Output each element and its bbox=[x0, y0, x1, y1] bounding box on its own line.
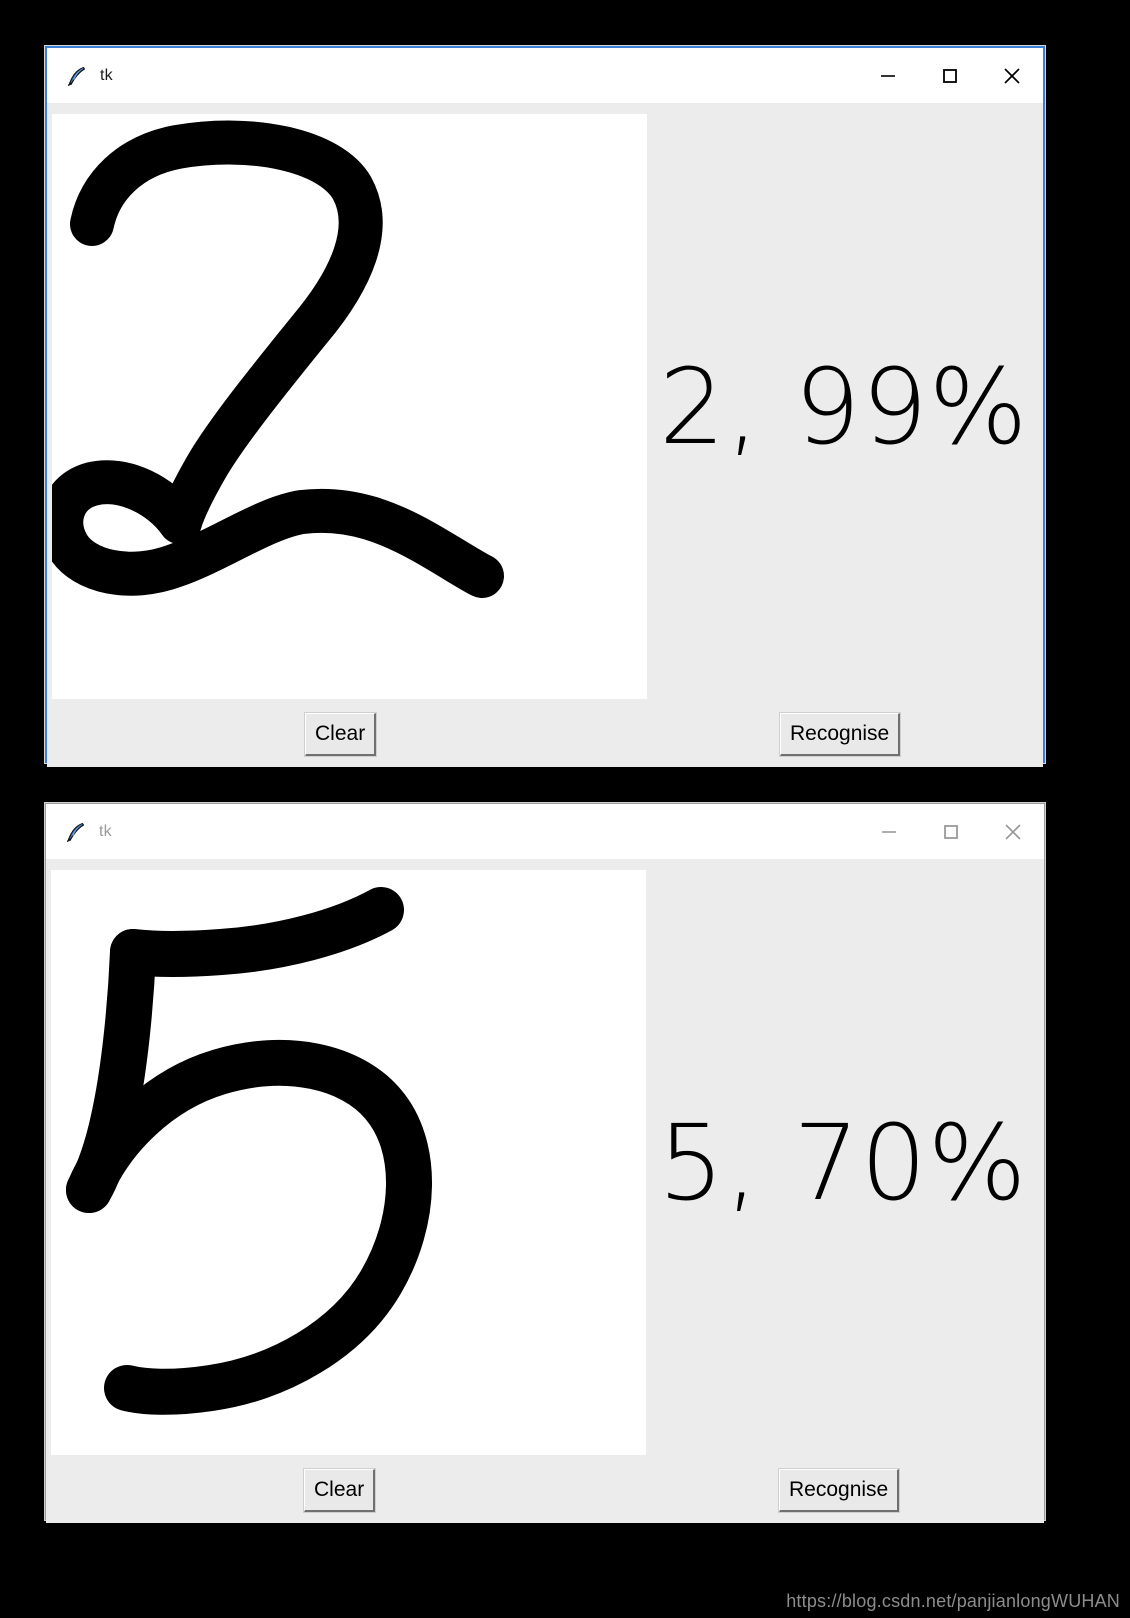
recognise-button[interactable]: Recognise bbox=[777, 1468, 901, 1513]
maximize-button[interactable] bbox=[920, 804, 982, 859]
result-pane-2: 5, 70% bbox=[646, 870, 1044, 1455]
client-area-2: 5, 70% Clear Recognise bbox=[46, 859, 1044, 1523]
client-area-1: 2, 99% Clear Recognise bbox=[47, 103, 1043, 767]
handwritten-digit-2 bbox=[52, 120, 504, 598]
button-bar-2: Clear Recognise bbox=[46, 1455, 1044, 1523]
content-row-1: 2, 99% bbox=[52, 114, 1043, 699]
button-bar-1: Clear Recognise bbox=[47, 699, 1043, 767]
watermark: https://blog.csdn.net/panjianlongWUHAN bbox=[786, 1591, 1120, 1611]
content-row-2: 5, 70% bbox=[51, 870, 1044, 1455]
titlebar-2[interactable]: tk bbox=[46, 804, 1044, 859]
window-controls-1 bbox=[857, 48, 1043, 103]
recognition-result: 2, 99% bbox=[659, 345, 1029, 468]
clear-button[interactable]: Clear bbox=[303, 712, 378, 757]
window-title: tk bbox=[100, 66, 113, 84]
feather-icon bbox=[65, 821, 87, 843]
clear-button[interactable]: Clear bbox=[302, 1468, 377, 1513]
tk-window-2[interactable]: tk 5, 70% Clear Recognise bbox=[45, 803, 1045, 1523]
drawing-canvas-1[interactable] bbox=[52, 114, 647, 699]
screenshot-page: tk 2, 99% Clear Recognise tk 5, 70% Clea… bbox=[0, 0, 1130, 1618]
drawing-canvas-2[interactable] bbox=[51, 870, 646, 1455]
tk-window-1[interactable]: tk 2, 99% Clear Recognise bbox=[45, 46, 1045, 767]
recognition-result: 5, 70% bbox=[658, 1101, 1028, 1224]
minimize-button[interactable] bbox=[857, 48, 919, 103]
result-pane-1: 2, 99% bbox=[647, 114, 1043, 699]
recognise-button[interactable]: Recognise bbox=[778, 712, 902, 757]
window-controls-2 bbox=[858, 804, 1044, 859]
maximize-button[interactable] bbox=[919, 48, 981, 103]
close-button[interactable] bbox=[982, 804, 1044, 859]
close-button[interactable] bbox=[981, 48, 1043, 103]
minimize-button[interactable] bbox=[858, 804, 920, 859]
window-title: tk bbox=[99, 822, 112, 840]
feather-icon bbox=[66, 65, 88, 87]
handwritten-digit-5 bbox=[66, 887, 432, 1415]
titlebar-1[interactable]: tk bbox=[47, 48, 1043, 103]
